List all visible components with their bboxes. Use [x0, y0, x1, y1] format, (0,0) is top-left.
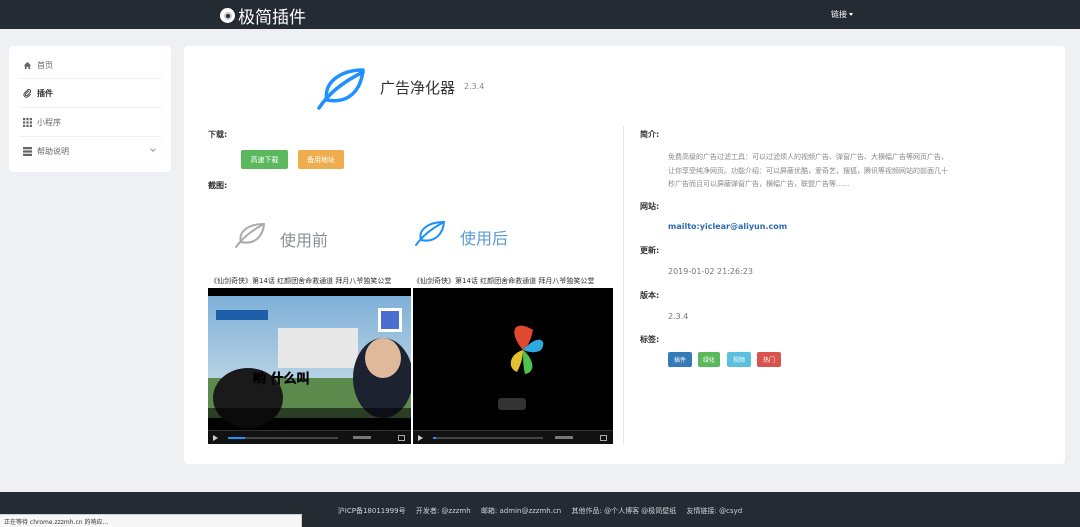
sidebar-item-plugins[interactable]: 插件 [9, 79, 171, 107]
tag-green[interactable]: 绿化 [698, 352, 720, 367]
icp-link[interactable]: 沪ICP备18011999号 [338, 507, 406, 515]
other-works-links[interactable]: 其他作品: @个人博客 @极简壁纸 [571, 507, 676, 515]
tag-hot[interactable]: 热门 [757, 352, 781, 367]
tag-video[interactable]: 视频 [727, 352, 751, 367]
website-link[interactable]: mailto:yiclear@aliyun.com [668, 222, 787, 231]
after-label: 使用后 [460, 229, 509, 248]
app-version: 2.3.4 [464, 82, 485, 91]
list-icon [23, 146, 32, 156]
version-value: 2.3.4 [668, 312, 689, 321]
sidebar-item-home[interactable]: 首页 [9, 51, 171, 79]
brand[interactable]: 极简插件 [220, 3, 306, 28]
download-button[interactable]: 高速下载 [241, 150, 288, 169]
links-dropdown[interactable]: 链接 [831, 9, 853, 20]
logo-icon [220, 8, 235, 23]
brand-title: 极简插件 [238, 8, 306, 28]
before-label: 使用前 [280, 231, 329, 250]
download-label: 下载: [208, 130, 228, 139]
play-icon[interactable] [213, 435, 218, 441]
screenshots-label: 截图: [208, 181, 228, 190]
video-title-before: 《仙剑奇侠》第14话 红颜团舍命救通道 拜月八爷独笑公堂 [210, 277, 392, 285]
links-dropdown-label: 链接 [831, 10, 847, 19]
top-navbar [0, 0, 1080, 29]
chevron-down-icon [150, 146, 156, 152]
volume-slider[interactable] [555, 436, 573, 439]
grid-icon [23, 117, 32, 127]
volume-slider[interactable] [353, 436, 371, 439]
video-player-before[interactable]: 哟 什么叫 [208, 288, 411, 444]
friend-links[interactable]: 友情链接: @csyd [687, 507, 743, 515]
updated-label: 更新: [640, 246, 660, 255]
video-title-after: 《仙剑奇侠》第14话 红颜团舍命救通道 拜月八爷独笑公堂 [413, 277, 595, 285]
sidebar-item-label: 帮助说明 [37, 146, 69, 156]
svg-text:哟 什么叫: 哟 什么叫 [253, 371, 310, 387]
tags-label: 标签: [640, 335, 660, 344]
play-icon[interactable] [418, 435, 423, 441]
video-player-after[interactable] [413, 288, 613, 444]
intro-label: 简介: [640, 130, 660, 139]
caret-down-icon [849, 13, 853, 16]
video-controls [413, 430, 613, 444]
progress-bar[interactable] [228, 437, 338, 439]
tag-plugin[interactable]: 插件 [668, 352, 692, 367]
leaf-logo-icon [317, 68, 365, 110]
leaf-gray-icon [235, 223, 265, 248]
app-name: 广告净化器 [380, 79, 456, 97]
email-link[interactable]: 邮箱: admin@zzzmh.cn [481, 507, 561, 515]
developer-link[interactable]: 开发者: @zzzmh [416, 507, 471, 515]
progress-bar[interactable] [433, 437, 543, 439]
fullscreen-icon[interactable] [398, 435, 405, 441]
sidebar-item-label: 小程序 [37, 117, 61, 127]
column-divider [623, 126, 624, 444]
updated-value: 2019-01-02 21:26:23 [668, 267, 753, 276]
video-controls [208, 430, 411, 444]
fullscreen-icon[interactable] [600, 435, 607, 441]
mirror-download-button[interactable]: 备用地址 [298, 150, 344, 169]
leaf-blue-icon [415, 221, 445, 246]
sidebar-item-label: 插件 [37, 88, 53, 98]
paperclip-icon [23, 88, 32, 98]
video-frame-ad: 哟 什么叫 [208, 296, 411, 430]
sidebar: 首页 插件 小程序 帮助说明 [9, 46, 171, 172]
browser-status-bar: 正在等待 chrome.zzzmh.cn 的响应... [0, 514, 302, 527]
website-label: 网站: [640, 202, 660, 211]
video-frame-clean [413, 288, 613, 430]
version-label: 版本: [640, 291, 660, 300]
intro-text: 免费高级的广告过滤工具：可以过滤烦人的视频广告、弹窗广告、大横幅广告等网页广告，… [668, 153, 948, 188]
sidebar-item-help[interactable]: 帮助说明 [9, 137, 171, 165]
sidebar-item-label: 首页 [37, 60, 53, 70]
sidebar-item-miniprogram[interactable]: 小程序 [9, 108, 171, 136]
home-icon [23, 61, 32, 70]
